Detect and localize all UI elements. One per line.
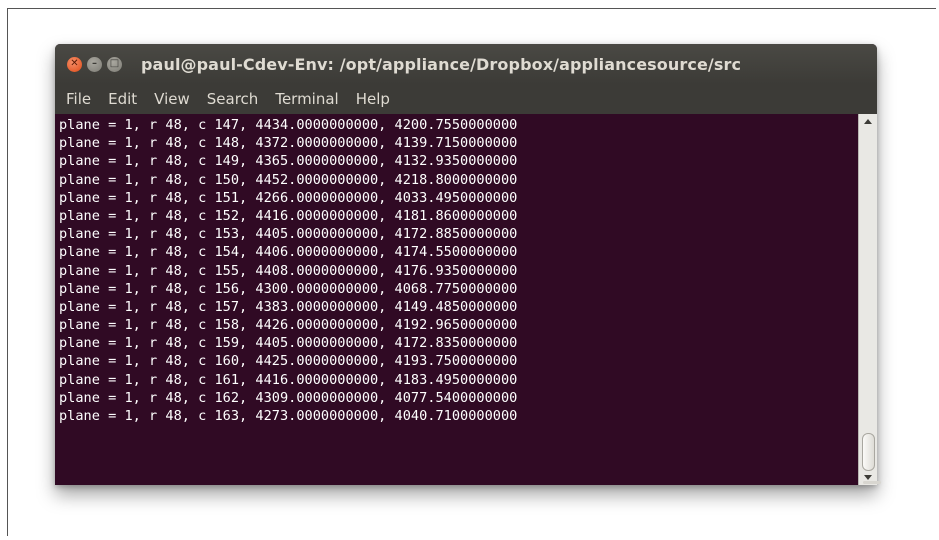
terminal-line: plane = 1, r 48, c 156, 4300.0000000000,… bbox=[59, 280, 518, 297]
close-icon[interactable]: ✕ bbox=[67, 56, 82, 72]
menu-edit[interactable]: Edit bbox=[108, 90, 137, 108]
scrollbar-thumb[interactable] bbox=[862, 433, 875, 471]
terminal-line: plane = 1, r 48, c 158, 4426.0000000000,… bbox=[59, 317, 518, 334]
terminal-line: plane = 1, r 48, c 155, 4408.0000000000,… bbox=[59, 262, 518, 279]
terminal-line: plane = 1, r 48, c 163, 4273.0000000000,… bbox=[59, 408, 518, 424]
maximize-icon[interactable]: □ bbox=[107, 56, 122, 72]
menu-bar: File Edit View Search Terminal Help bbox=[55, 84, 877, 114]
menu-terminal[interactable]: Terminal bbox=[275, 90, 338, 108]
terminal-line: plane = 1, r 48, c 161, 4416.0000000000,… bbox=[59, 371, 518, 388]
terminal-line: plane = 1, r 48, c 150, 4452.0000000000,… bbox=[59, 171, 518, 188]
terminal-line: plane = 1, r 48, c 152, 4416.0000000000,… bbox=[59, 207, 518, 224]
terminal-line: plane = 1, r 48, c 157, 4383.0000000000,… bbox=[59, 298, 518, 315]
terminal-line: plane = 1, r 48, c 154, 4406.0000000000,… bbox=[59, 244, 518, 261]
terminal-line: plane = 1, r 48, c 162, 4309.0000000000,… bbox=[59, 389, 518, 406]
scroll-down-arrow-icon[interactable] bbox=[864, 475, 872, 480]
terminal-line: plane = 1, r 48, c 159, 4405.0000000000,… bbox=[59, 335, 518, 352]
terminal-line: plane = 1, r 48, c 148, 4372.0000000000,… bbox=[59, 135, 518, 152]
terminal-line: plane = 1, r 48, c 149, 4365.0000000000,… bbox=[59, 153, 518, 170]
resize-grip[interactable] bbox=[863, 481, 881, 484]
menu-help[interactable]: Help bbox=[356, 90, 390, 108]
terminal-line: plane = 1, r 48, c 160, 4425.0000000000,… bbox=[59, 353, 518, 370]
title-bar[interactable]: ✕ – □ paul@paul-Cdev-Env: /opt/appliance… bbox=[55, 44, 877, 84]
window-title: paul@paul-Cdev-Env: /opt/appliance/Dropb… bbox=[141, 54, 742, 74]
terminal-output[interactable]: plane = 1, r 48, c 147, 4434.0000000000,… bbox=[55, 114, 858, 485]
scroll-up-arrow-icon[interactable] bbox=[864, 119, 872, 124]
menu-view[interactable]: View bbox=[154, 90, 190, 108]
terminal-window: ✕ – □ paul@paul-Cdev-Env: /opt/appliance… bbox=[55, 44, 877, 485]
terminal-line: plane = 1, r 48, c 147, 4434.0000000000,… bbox=[59, 117, 518, 133]
window-controls: ✕ – □ bbox=[67, 56, 141, 72]
terminal-line: plane = 1, r 48, c 153, 4405.0000000000,… bbox=[59, 226, 518, 243]
menu-file[interactable]: File bbox=[66, 90, 91, 108]
minimize-icon[interactable]: – bbox=[87, 56, 102, 72]
terminal-line: plane = 1, r 48, c 151, 4266.0000000000,… bbox=[59, 189, 518, 206]
vertical-scrollbar[interactable] bbox=[858, 114, 877, 485]
menu-search[interactable]: Search bbox=[207, 90, 259, 108]
